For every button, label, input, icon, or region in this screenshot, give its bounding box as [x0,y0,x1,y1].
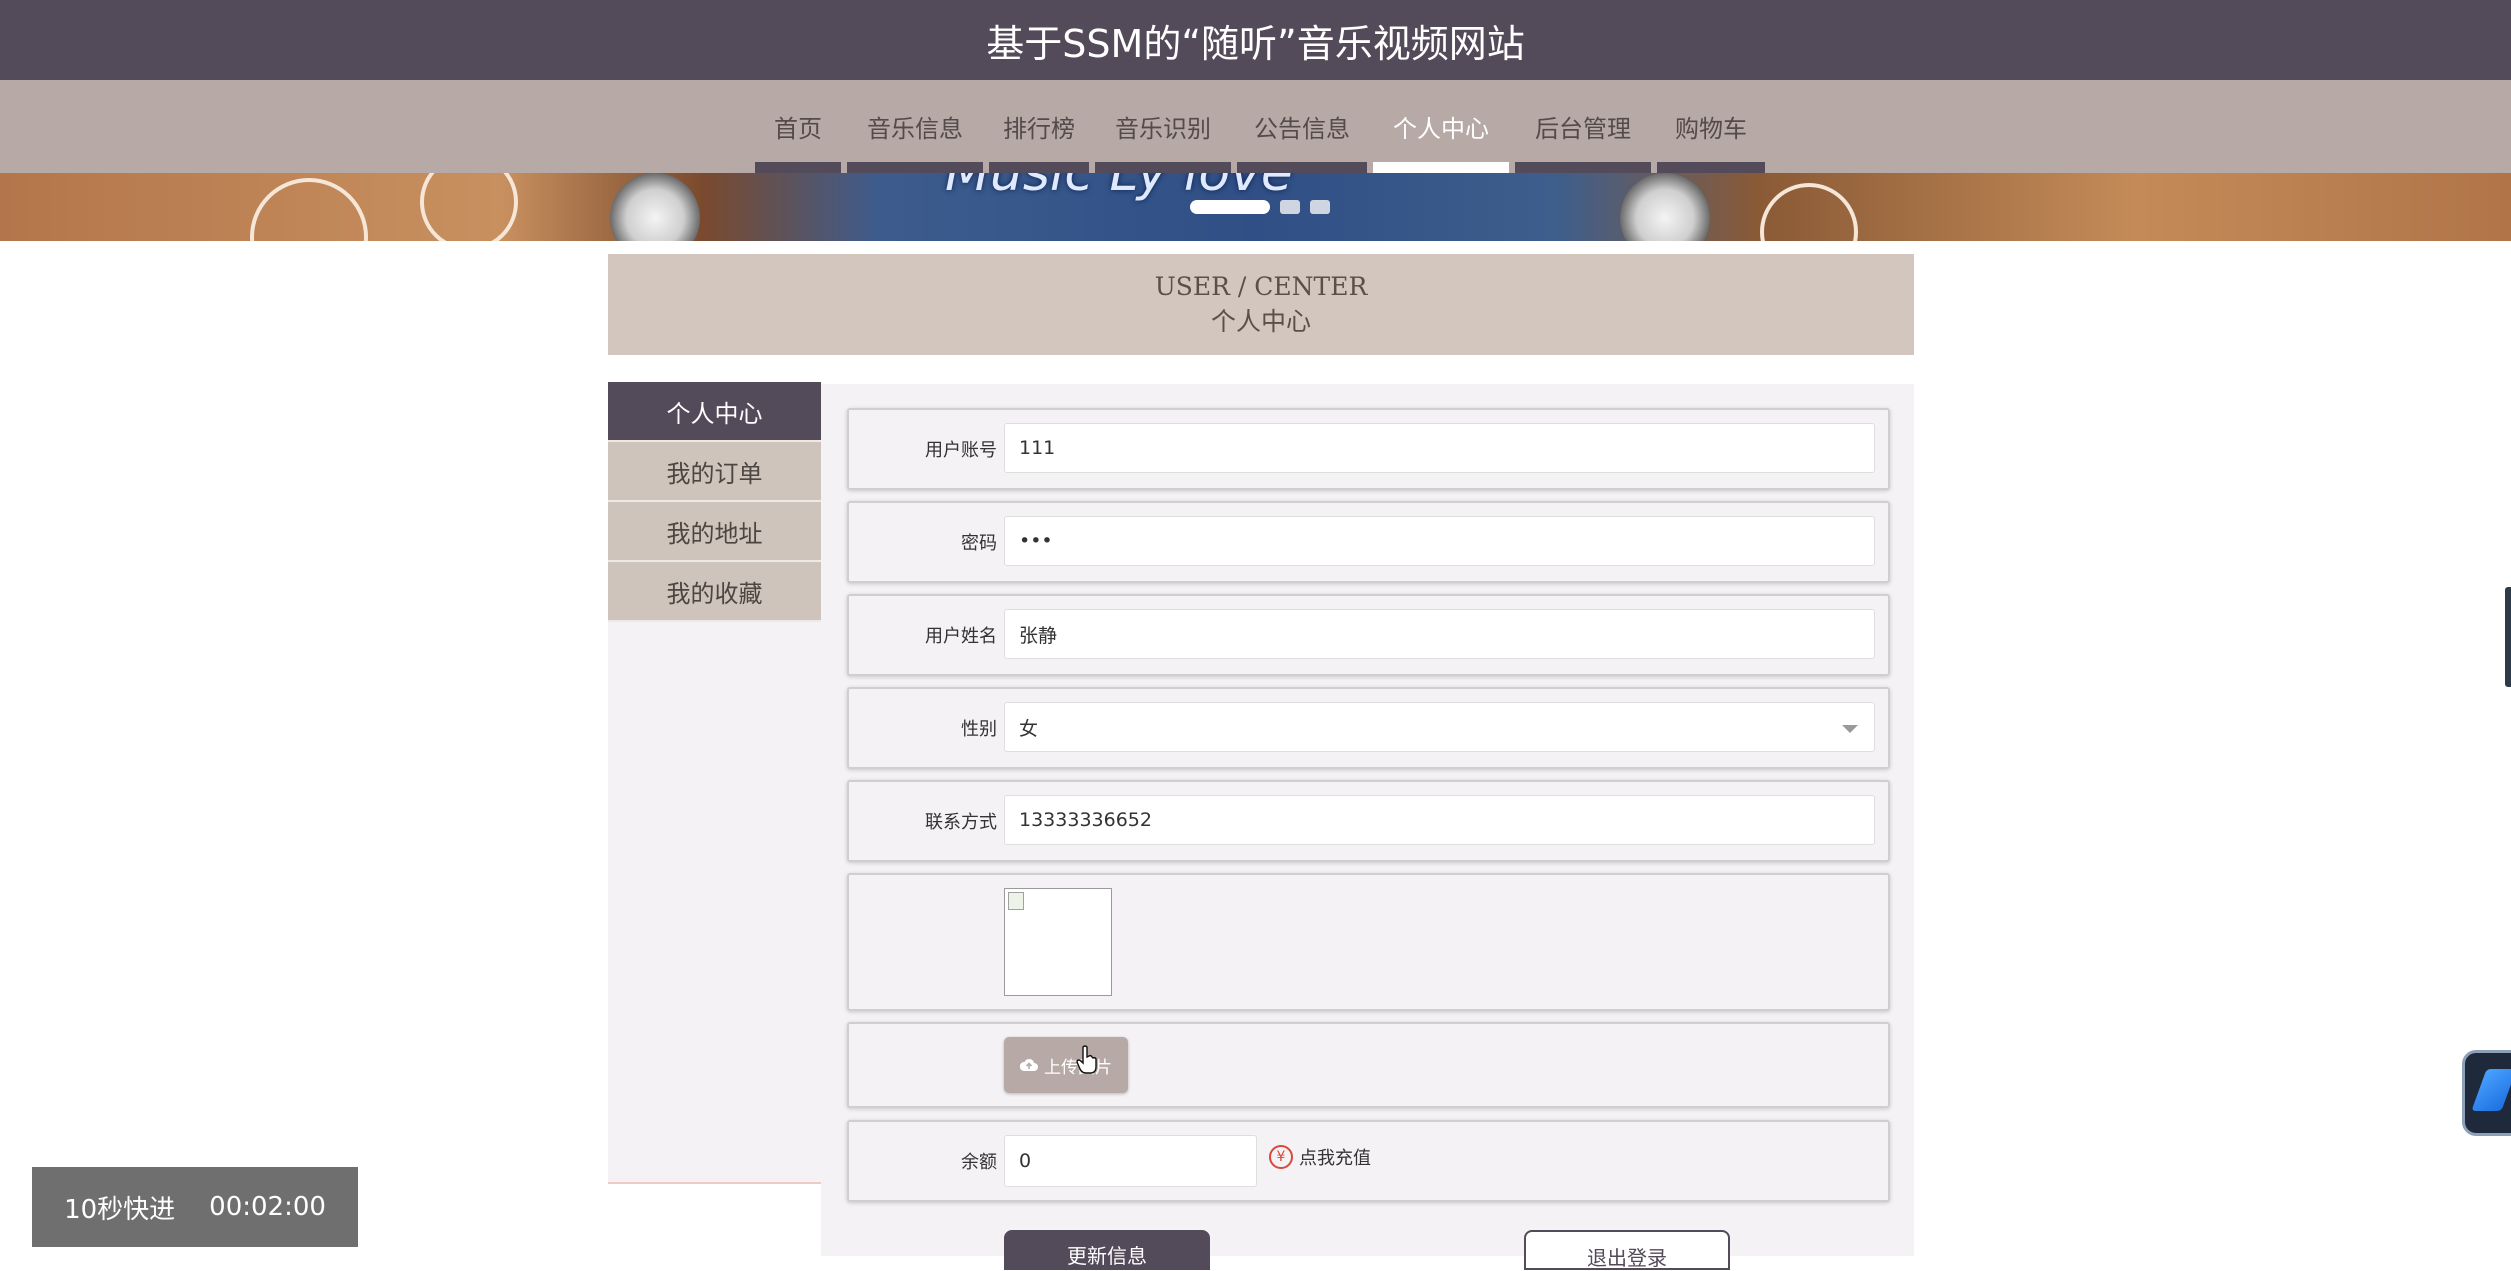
nav-admin[interactable]: 后台管理 [1515,80,1651,173]
phone-label: 联系方式 [925,812,997,833]
fast-forward-label: 10秒快进 [64,1194,176,1225]
carousel-dot[interactable] [1310,200,1330,214]
main-nav: 首页 音乐信息 排行榜 音乐识别 公告信息 个人中心 后台管理 购物车 [0,80,2511,173]
upload-row: 上传图片 [847,1022,1890,1108]
gender-label: 性别 [961,719,997,740]
yen-icon: ¥ [1269,1145,1293,1169]
section-title-cn: 个人中心 [1210,306,1311,336]
sidebar-item-favorites[interactable]: 我的收藏 [608,562,821,622]
recharge-label: 点我充值 [1299,1148,1371,1169]
phone-row: 联系方式 13333336652 [847,780,1890,862]
floating-app-icon[interactable] [2462,1050,2511,1136]
recharge-link[interactable]: ¥ 点我充值 [1269,1144,1371,1170]
nav-user-center[interactable]: 个人中心 [1373,80,1509,173]
photo-row [847,873,1890,1011]
nav-music-info[interactable]: 音乐信息 [847,80,983,173]
fast-forward-overlay[interactable]: 10秒快进 00:02:00 [32,1167,358,1247]
password-label: 密码 [961,533,997,554]
banner-text: Music Ly love [945,173,1293,203]
password-row: 密码 ••• [847,501,1890,583]
balance-input[interactable]: 0 [1004,1135,1257,1187]
update-info-button[interactable]: 更新信息 [1004,1230,1210,1270]
divider [608,1182,821,1184]
section-title-en: USER / CENTER [1154,271,1368,301]
chevron-down-icon [1842,725,1858,733]
nav-music-recognition[interactable]: 音乐识别 [1095,80,1231,173]
nav-ranking[interactable]: 排行榜 [989,80,1089,173]
name-input[interactable]: 张静 [1004,609,1875,659]
hand-cursor-icon [1076,1045,1097,1074]
password-input[interactable]: ••• [1004,516,1875,566]
cloud-upload-icon [1020,1058,1038,1071]
phone-input[interactable]: 13333336652 [1004,795,1875,845]
name-label: 用户姓名 [925,626,997,647]
broken-image-icon [1008,892,1024,910]
playback-time: 00:02:00 [209,1192,326,1222]
sidebar-item-user-center[interactable]: 个人中心 [608,382,821,442]
app-logo-icon [2471,1069,2511,1111]
balance-row: 余额 0 ¥ 点我充值 [847,1120,1890,1202]
account-input[interactable]: 111 [1004,423,1875,473]
carousel-dot[interactable] [1280,200,1300,214]
nav-home[interactable]: 首页 [755,80,841,173]
carousel-dot[interactable] [1190,200,1270,214]
nav-cart[interactable]: 购物车 [1657,80,1765,173]
account-row: 用户账号 111 [847,408,1890,490]
account-label: 用户账号 [925,440,997,461]
upload-image-button[interactable]: 上传图片 [1004,1037,1128,1093]
sidebar: 个人中心 我的订单 我的地址 我的收藏 [608,382,821,1184]
logout-button[interactable]: 退出登录 [1524,1230,1730,1270]
name-row: 用户姓名 张静 [847,594,1890,676]
gender-select[interactable]: 女 [1004,702,1875,752]
section-header: USER / CENTER 个人中心 [608,254,1914,355]
balance-label: 余额 [961,1152,997,1173]
sidebar-item-orders[interactable]: 我的订单 [608,442,821,502]
side-tab[interactable] [2505,587,2511,687]
carousel-indicators [1190,200,1330,214]
avatar-image [1004,888,1112,996]
sidebar-item-address[interactable]: 我的地址 [608,502,821,562]
nav-announcements[interactable]: 公告信息 [1237,80,1367,173]
site-title: 基于SSM的“随听”音乐视频网站 [0,0,2511,80]
gender-row: 性别 女 [847,687,1890,769]
gender-value: 女 [1019,717,1039,740]
profile-form: 用户账号 111 密码 ••• 用户姓名 张静 性别 女 联系方式 133333… [821,384,1914,1256]
